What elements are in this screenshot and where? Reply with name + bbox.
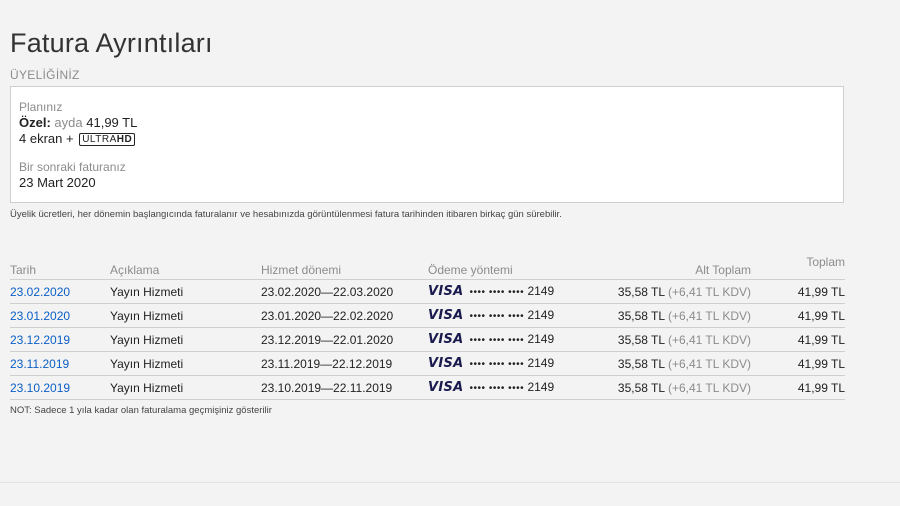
header-payment-method: Ödeme yöntemi xyxy=(428,250,583,280)
table-row: 23.11.2019 Yayın Hizmeti 23.11.2019—22.1… xyxy=(10,351,845,376)
membership-section-label: ÜYELİĞİNİZ xyxy=(10,68,80,82)
bill-subtotal: 35,58 TL (+6,41 TL KDV) xyxy=(583,327,751,352)
visa-icon: VISA xyxy=(428,308,464,323)
bill-payment-method: VISA •••• •••• •••• 2149 xyxy=(428,351,583,376)
bill-total: 41,99 TL xyxy=(751,375,845,400)
card-mask: •••• •••• •••• xyxy=(469,359,525,370)
bill-description: Yayın Hizmeti xyxy=(110,375,261,400)
card-last4: 2149 xyxy=(527,308,555,322)
ultra-hd-badge: ULTRAHD xyxy=(79,133,136,146)
bill-subtotal: 35,58 TL (+6,41 TL KDV) xyxy=(583,375,751,400)
visa-icon: VISA xyxy=(428,332,464,347)
card-mask: •••• •••• •••• xyxy=(469,287,525,298)
bill-payment-method: VISA •••• •••• •••• 2149 xyxy=(428,303,583,328)
header-total: Toplam xyxy=(751,250,845,280)
subtotal-amount: 35,58 TL xyxy=(617,356,665,371)
bill-total: 41,99 TL xyxy=(751,351,845,376)
header-service-period: Hizmet dönemi xyxy=(261,250,428,280)
bill-service-period: 23.12.2019—22.01.2020 xyxy=(261,327,428,352)
table-row: 23.10.2019 Yayın Hizmeti 23.10.2019—22.1… xyxy=(10,375,845,400)
bill-date-link[interactable]: 23.01.2020 xyxy=(10,309,70,323)
bill-service-period: 23.02.2020—22.03.2020 xyxy=(261,279,428,304)
bill-service-period: 23.01.2020—22.02.2020 xyxy=(261,303,428,328)
bill-description: Yayın Hizmeti xyxy=(110,351,261,376)
tax-amount: (+6,41 TL KDV) xyxy=(667,332,751,347)
bill-payment-method: VISA •••• •••• •••• 2149 xyxy=(428,327,583,352)
bill-service-period: 23.10.2019—22.11.2019 xyxy=(261,375,428,400)
billing-history-table: Tarih Açıklama Hizmet dönemi Ödeme yönte… xyxy=(10,250,845,400)
next-bill-label: Bir sonraki faturanız xyxy=(19,160,126,174)
subtotal-amount: 35,58 TL xyxy=(617,308,665,323)
plan-screens-line: 4 ekran + ULTRAHD xyxy=(19,131,835,147)
bill-total: 41,99 TL xyxy=(751,327,845,352)
tax-amount: (+6,41 TL KDV) xyxy=(667,380,751,395)
bill-subtotal: 35,58 TL (+6,41 TL KDV) xyxy=(583,351,751,376)
plan-label: Planınız xyxy=(19,100,63,114)
card-last4: 2149 xyxy=(527,356,555,370)
per-month-label: ayda xyxy=(54,115,83,130)
table-row: 23.12.2019 Yayın Hizmeti 23.12.2019—22.0… xyxy=(10,327,845,352)
tax-amount: (+6,41 TL KDV) xyxy=(667,284,751,299)
page-title: Fatura Ayrıntıları xyxy=(10,28,213,59)
visa-icon: VISA xyxy=(428,284,464,299)
card-mask: •••• •••• •••• xyxy=(469,383,525,394)
bill-total: 41,99 TL xyxy=(751,303,845,328)
next-bill-date: 23 Mart 2020 xyxy=(19,175,96,190)
bill-total: 41,99 TL xyxy=(751,279,845,304)
bill-date-link[interactable]: 23.12.2019 xyxy=(10,333,70,347)
card-last4: 2149 xyxy=(527,284,555,298)
bill-description: Yayın Hizmeti xyxy=(110,327,261,352)
subtotal-amount: 35,58 TL xyxy=(617,332,665,347)
visa-icon: VISA xyxy=(428,356,464,371)
card-mask: •••• •••• •••• xyxy=(469,335,525,346)
header-description: Açıklama xyxy=(110,250,261,280)
bill-date-link[interactable]: 23.02.2020 xyxy=(10,285,70,299)
bill-subtotal: 35,58 TL (+6,41 TL KDV) xyxy=(583,279,751,304)
bill-payment-method: VISA •••• •••• •••• 2149 xyxy=(428,279,583,304)
bill-date-link[interactable]: 23.10.2019 xyxy=(10,381,70,395)
plan-price-line: Özel: ayda 41,99 TL xyxy=(19,115,835,131)
ultra-hd-badge-ultra: ULTRA xyxy=(82,134,117,145)
bill-description: Yayın Hizmeti xyxy=(110,279,261,304)
header-subtotal: Alt Toplam xyxy=(583,250,751,280)
table-row: 23.02.2020 Yayın Hizmeti 23.02.2020—22.0… xyxy=(10,279,845,304)
plan-box: Planınız Özel: ayda 41,99 TL 4 ekran + U… xyxy=(10,86,844,203)
bill-service-period: 23.11.2019—22.12.2019 xyxy=(261,351,428,376)
tax-amount: (+6,41 TL KDV) xyxy=(667,308,751,323)
bill-subtotal: 35,58 TL (+6,41 TL KDV) xyxy=(583,303,751,328)
header-date: Tarih xyxy=(10,250,110,280)
history-limit-note: NOT: Sadece 1 yıla kadar olan faturalama… xyxy=(10,405,272,416)
table-header-row: Tarih Açıklama Hizmet dönemi Ödeme yönte… xyxy=(10,250,845,280)
billing-info-note: Üyelik ücretleri, her dönemin başlangıcı… xyxy=(10,209,562,220)
visa-icon: VISA xyxy=(428,380,464,395)
subtotal-amount: 35,58 TL xyxy=(617,284,665,299)
ultra-hd-badge-hd: HD xyxy=(116,134,133,145)
plan-price: 41,99 TL xyxy=(86,115,138,130)
subtotal-amount: 35,58 TL xyxy=(617,380,665,395)
table-row: 23.01.2020 Yayın Hizmeti 23.01.2020—22.0… xyxy=(10,303,845,328)
plan-name: Özel: xyxy=(19,115,51,130)
plan-screens: 4 ekran + xyxy=(19,131,74,146)
card-last4: 2149 xyxy=(527,380,555,394)
bill-payment-method: VISA •••• •••• •••• 2149 xyxy=(428,375,583,400)
bill-description: Yayın Hizmeti xyxy=(110,303,261,328)
card-last4: 2149 xyxy=(527,332,555,346)
tax-amount: (+6,41 TL KDV) xyxy=(667,356,751,371)
card-mask: •••• •••• •••• xyxy=(469,311,525,322)
footer-divider xyxy=(0,482,900,483)
bill-date-link[interactable]: 23.11.2019 xyxy=(10,357,69,371)
